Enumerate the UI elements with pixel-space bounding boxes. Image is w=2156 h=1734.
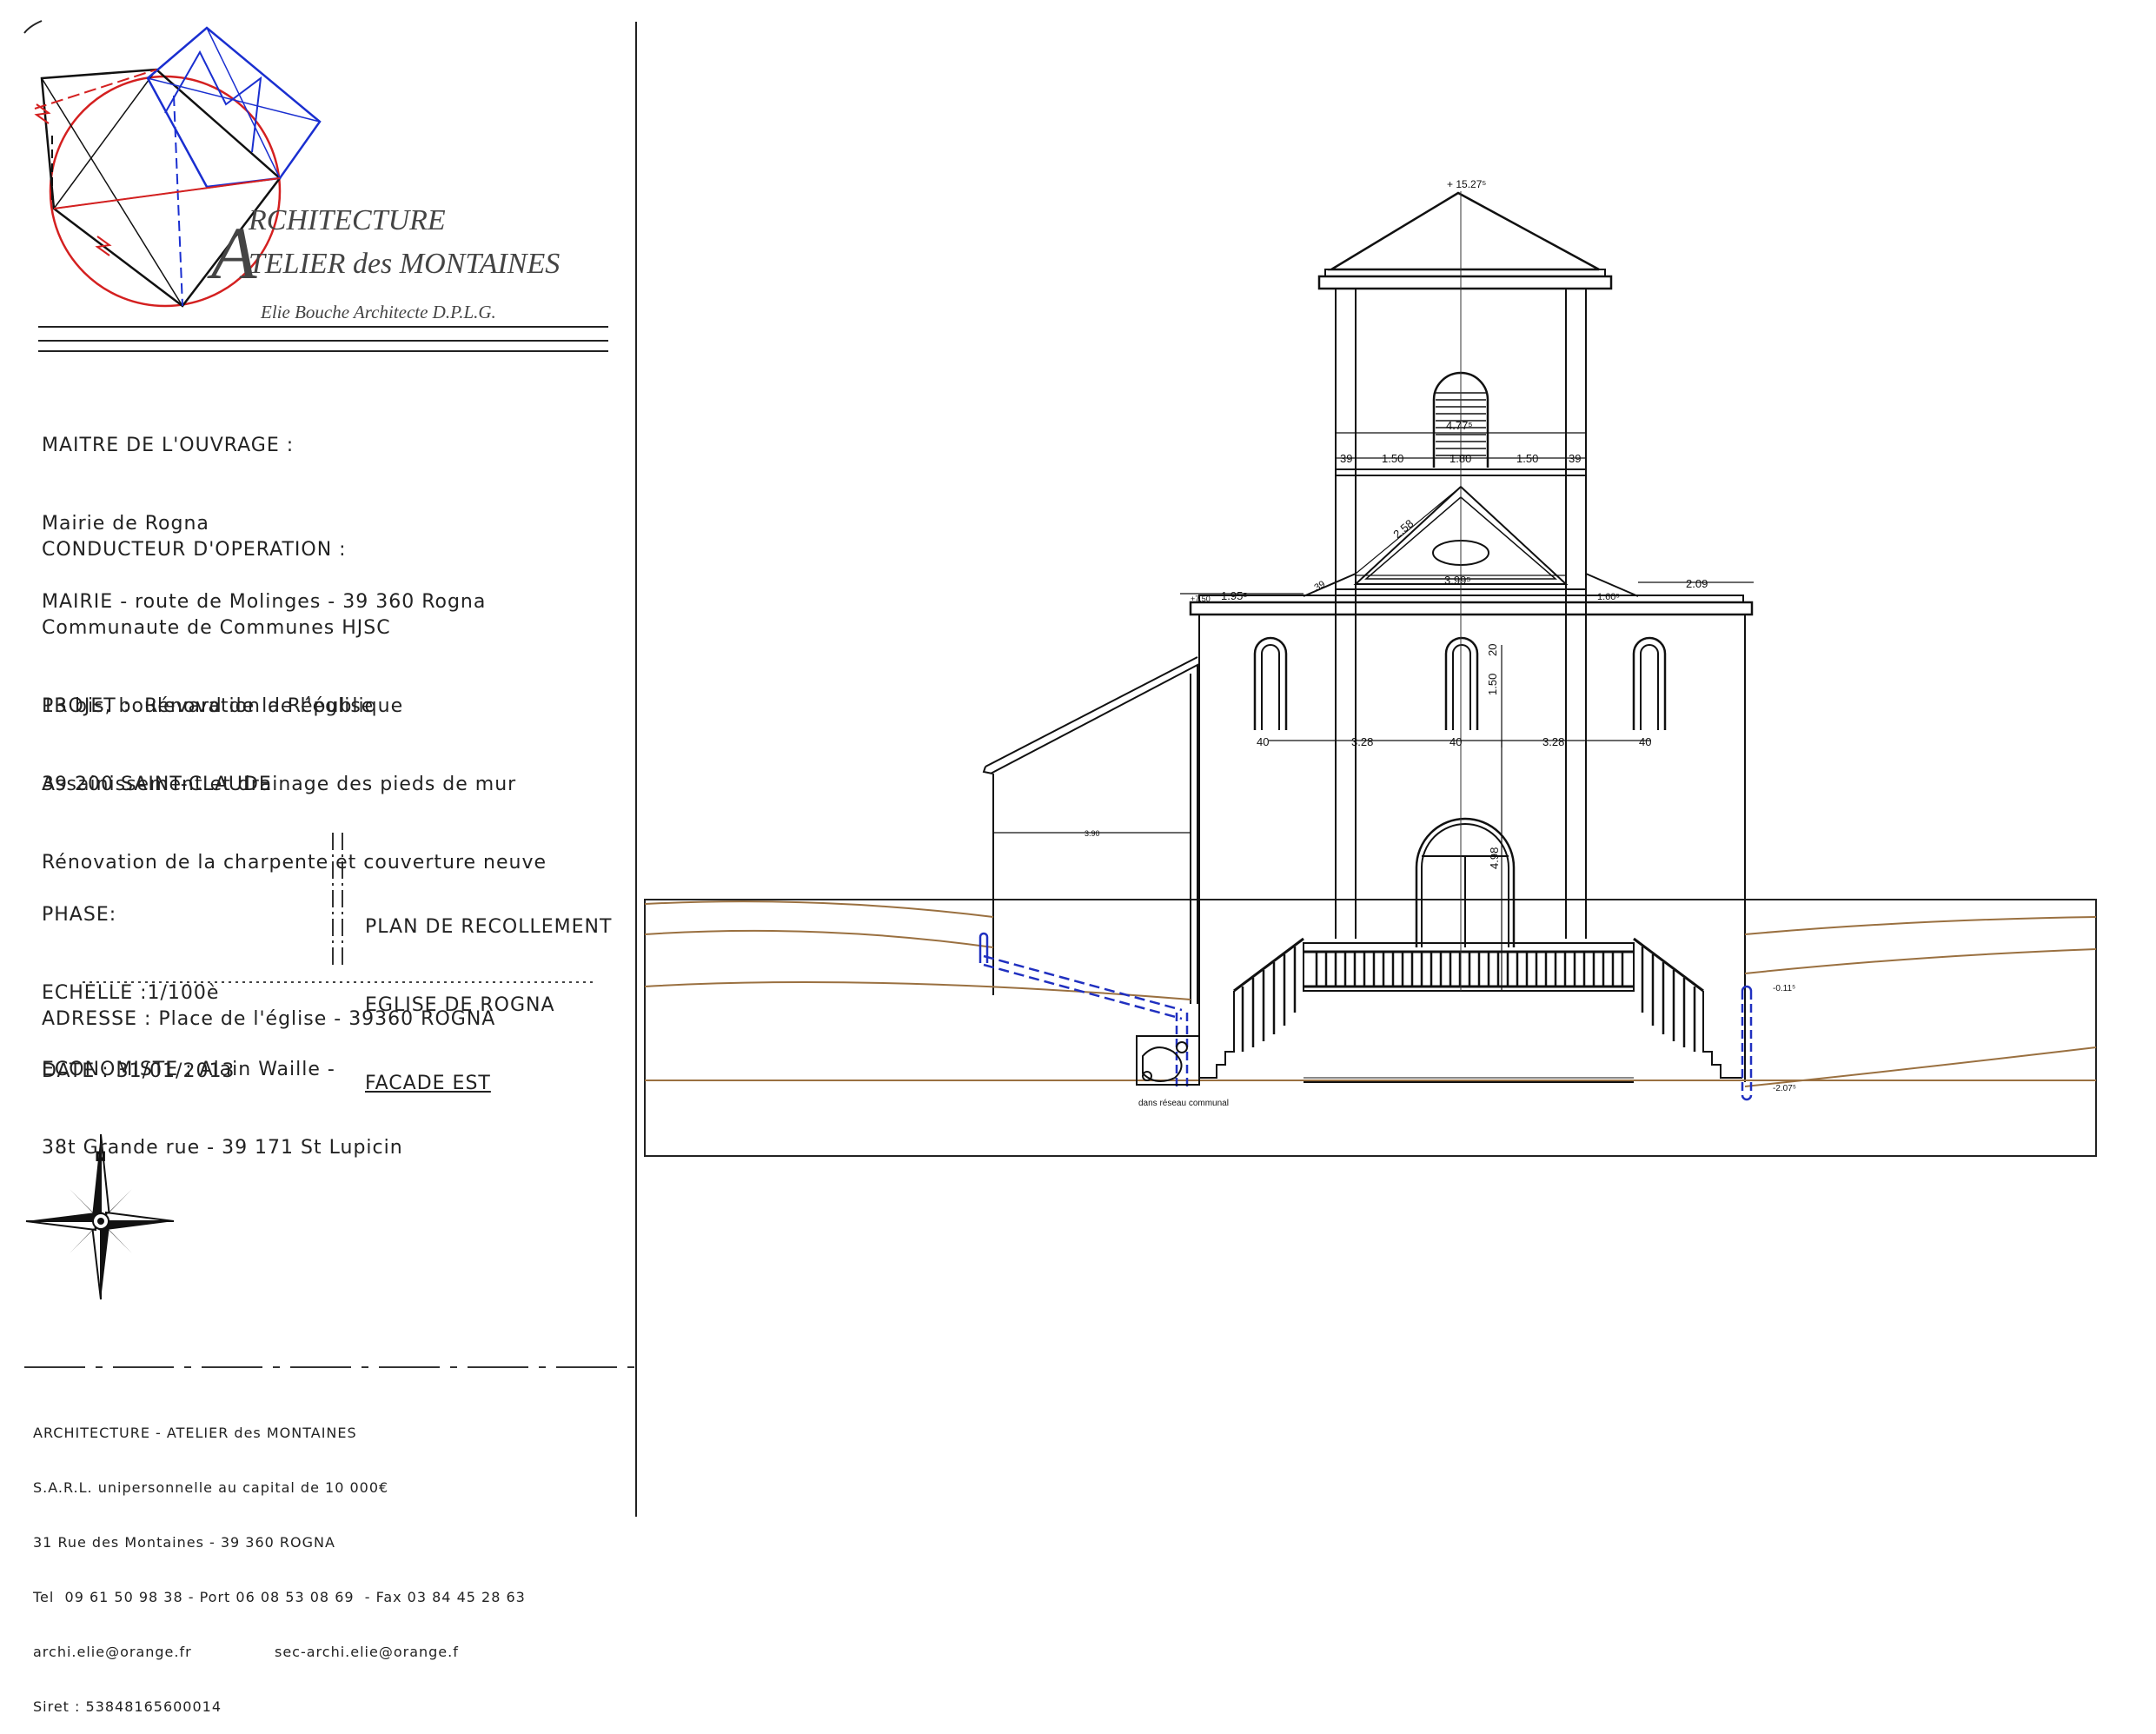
network-note: dans réseau communal <box>1138 1099 1229 1108</box>
footer-line1: ARCHITECTURE - ATELIER des MONTAINES <box>33 1425 357 1441</box>
scale-label: ECHELLE :1/100è <box>42 982 220 1004</box>
dim-40b: 40 <box>1449 735 1462 748</box>
footer-block: ARCHITECTURE - ATELIER des MONTAINES S.A… <box>33 1387 526 1734</box>
owner-heading: MAITRE DE L'OUVRAGE : <box>42 435 295 456</box>
dim-150c: 1.50 <box>1486 674 1499 695</box>
footer-email1[interactable]: archi.elie@orange.fr <box>33 1643 275 1661</box>
dim-top-level: + 15.27⁵ <box>1447 178 1486 190</box>
footer-email2[interactable]: sec-archi.elie@orange.f <box>275 1643 459 1661</box>
level-m207: -2.07⁵ <box>1773 1084 1796 1093</box>
economist-line2: 38t Grande rue - 39 171 St Lupicin <box>42 1137 403 1159</box>
dim-390: 3.90 <box>1085 829 1100 838</box>
economist-line1: ECONOMISTE : Alain Waille - <box>42 1059 335 1080</box>
dim-750: +7.50 <box>1191 595 1211 603</box>
footer-line3: 31 Rue des Montaines - 39 360 ROGNA <box>33 1534 335 1551</box>
dim-195: 1.95⁵ <box>1221 589 1248 602</box>
dim-498: 4.98 <box>1488 847 1501 869</box>
dim-39a: 39 <box>1340 452 1352 465</box>
project-line1: PROJET : Rénovation de l'église <box>42 695 375 717</box>
dim-328a: 3.28 <box>1351 735 1373 748</box>
dim-160: 1.60⁵ <box>1597 592 1620 602</box>
drain-pipes <box>978 932 1753 1101</box>
footer-siret: Siret : 53848165600014 <box>33 1698 222 1715</box>
logo-line2: TELIER des MONTAINES <box>249 248 560 280</box>
terrain-lines <box>644 900 2097 1087</box>
plan-line1: PLAN DE RECOLLEMENT <box>365 916 613 938</box>
dim-328b: 3.28 <box>1542 735 1564 748</box>
dim-399: 3.99⁵ <box>1444 574 1471 587</box>
phase-label: PHASE: <box>42 904 117 926</box>
manhole <box>1136 1035 1200 1086</box>
dim-258: 2.58 <box>1390 517 1416 541</box>
dim-40c: 40 <box>1639 735 1651 748</box>
level-m011: -0.11⁵ <box>1773 984 1795 993</box>
dim-20: 20 <box>1486 644 1499 656</box>
conductor-heading: CONDUCTEUR D'OPERATION : <box>42 539 347 561</box>
dim-40a: 40 <box>1257 735 1269 748</box>
footer-line4: Tel 09 61 50 98 38 - Port 06 08 53 08 69… <box>33 1589 526 1605</box>
logo-line1: RCHITECTURE <box>248 204 446 236</box>
dim-477: 4.77⁵ <box>1446 419 1473 432</box>
logo-subtitle: Elie Bouche Architecte D.P.L.G. <box>260 302 496 322</box>
balustrade <box>1241 947 1696 1052</box>
conductor-line1: Communaute de Communes HJSC <box>42 617 391 639</box>
dim-39b: 39 <box>1569 452 1581 465</box>
dim-150a: 1.50 <box>1382 452 1403 465</box>
dim-180: 1.80 <box>1449 452 1471 465</box>
economist-block: ECONOMISTE : Alain Waille - 38t Grande r… <box>42 1005 403 1187</box>
facade-elevation <box>644 191 2097 1157</box>
dim-209: 2.09 <box>1686 577 1708 590</box>
dim-150b: 1.50 <box>1516 452 1538 465</box>
footer-line2: S.A.R.L. unipersonnelle au capital de 10… <box>33 1479 389 1496</box>
project-line2: Assainissement et drainage des pieds de … <box>42 774 517 795</box>
